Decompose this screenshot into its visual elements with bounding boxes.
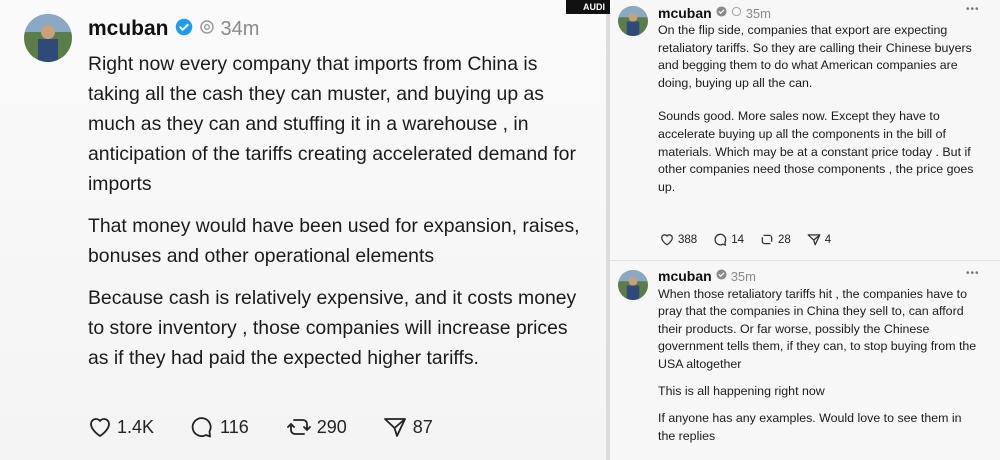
repost-button[interactable]: 28 bbox=[760, 233, 791, 246]
threads-icon bbox=[731, 4, 742, 22]
like-count: 1.4K bbox=[117, 416, 155, 437]
reply-button[interactable]: 14 bbox=[713, 233, 744, 246]
post-timestamp: 34m bbox=[220, 17, 260, 40]
post-actions: 1.4K 116 290 87 bbox=[88, 416, 433, 438]
username[interactable]: mcuban bbox=[658, 268, 712, 284]
verified-badge-icon bbox=[175, 18, 193, 41]
post-body: Right now every company that imports fro… bbox=[88, 49, 593, 373]
repost-button[interactable]: 290 bbox=[286, 416, 347, 438]
avatar[interactable] bbox=[618, 270, 648, 300]
right-thread: mcuban 35m ••• On the flip side, compani… bbox=[610, 0, 1000, 460]
heart-icon bbox=[88, 416, 112, 438]
post-separator bbox=[610, 260, 1000, 261]
post-paragraph: Sounds good. More sales now. Except they… bbox=[658, 109, 974, 194]
post-timestamp: 35m bbox=[745, 5, 771, 21]
repost-icon bbox=[286, 416, 311, 438]
send-icon bbox=[383, 416, 407, 438]
username[interactable]: mcuban bbox=[658, 5, 712, 21]
comment-icon bbox=[713, 233, 727, 246]
post-paragraph: Right now every company that imports fro… bbox=[88, 53, 576, 195]
send-icon bbox=[807, 233, 821, 246]
username[interactable]: mcuban bbox=[88, 17, 169, 41]
left-thread-post: mcuban 34m Right now every company that … bbox=[0, 0, 606, 460]
repost-count: 28 bbox=[777, 233, 791, 246]
post-paragraph: This is all happening right now bbox=[658, 384, 825, 399]
post-paragraph: If anyone has any examples. Would love t… bbox=[658, 411, 962, 443]
comment-icon bbox=[189, 416, 213, 438]
more-options-button[interactable]: ••• bbox=[966, 4, 980, 15]
repost-count: 290 bbox=[316, 416, 347, 437]
like-button[interactable]: 388 bbox=[660, 233, 697, 246]
overlay-badge: AUDI bbox=[566, 0, 610, 14]
more-options-button[interactable]: ••• bbox=[966, 268, 980, 279]
like-button[interactable]: 1.4K bbox=[88, 416, 154, 438]
post-paragraph: Because cash is relatively expensive, an… bbox=[88, 287, 577, 369]
post-paragraph: That money would have been used for expa… bbox=[88, 215, 580, 267]
reply-count: 116 bbox=[220, 416, 249, 437]
verified-badge-icon bbox=[716, 4, 727, 22]
post-actions: 388 14 28 4 bbox=[660, 233, 831, 246]
share-count: 4 bbox=[824, 233, 832, 246]
post-paragraph: On the flip side, companies that export … bbox=[658, 23, 972, 90]
share-count: 87 bbox=[412, 416, 433, 437]
heart-icon bbox=[660, 233, 674, 246]
post-paragraph: When those retaliatory tariffs hit , the… bbox=[658, 287, 977, 371]
post-body: On the flip side, companies that export … bbox=[658, 22, 980, 196]
avatar[interactable] bbox=[618, 6, 648, 36]
verified-badge-icon bbox=[716, 267, 727, 285]
reply-button[interactable]: 116 bbox=[189, 416, 249, 438]
post-timestamp: 35m bbox=[730, 268, 756, 284]
post-body: When those retaliatory tariffs hit , the… bbox=[658, 286, 980, 445]
repost-icon bbox=[760, 233, 774, 246]
share-button[interactable]: 87 bbox=[383, 416, 433, 438]
threads-icon bbox=[199, 19, 215, 40]
reply-count: 14 bbox=[731, 233, 744, 246]
like-count: 388 bbox=[678, 233, 698, 246]
avatar[interactable] bbox=[24, 14, 72, 62]
share-button[interactable]: 4 bbox=[807, 233, 831, 246]
